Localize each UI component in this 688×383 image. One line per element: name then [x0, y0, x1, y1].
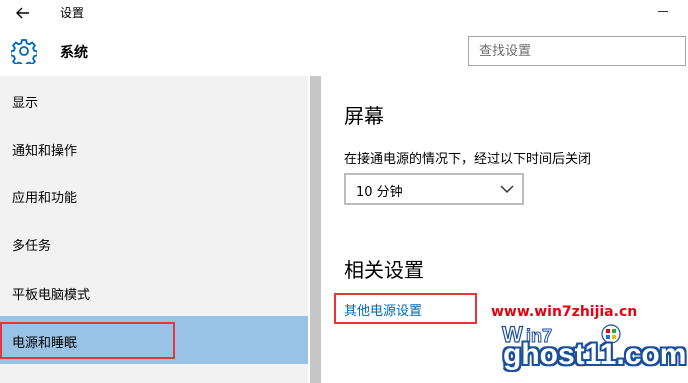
sidebar-item-label: 应用和功能 [12, 191, 78, 206]
sidebar-scrollbar[interactable] [310, 76, 321, 383]
highlight-box-link [334, 293, 477, 324]
highlight-box-sidebar [0, 322, 175, 359]
arrow-left-icon [16, 7, 29, 19]
sidebar-item-label: 显示 [12, 96, 39, 111]
sidebar-item-display[interactable]: 显示 [0, 78, 308, 124]
window-title: 设置 [60, 6, 85, 20]
gear-icon [9, 38, 39, 68]
screen-heading: 屏幕 [344, 104, 384, 128]
chevron-down-icon [500, 185, 514, 193]
watermark-ghost: ghost11.com [503, 338, 687, 371]
watermark-url: www.win7zhijia.cn [491, 304, 638, 320]
title-bar: 设置 [0, 0, 688, 26]
dropdown-value: 10 分钟 [356, 185, 403, 200]
search-box[interactable] [468, 36, 686, 66]
search-input[interactable] [469, 37, 685, 65]
minimize-button[interactable] [648, 0, 688, 22]
back-button[interactable] [10, 2, 36, 24]
screen-timeout-dropdown[interactable]: 10 分钟 [344, 173, 524, 205]
sidebar-item-label: 平板电脑模式 [12, 288, 91, 303]
related-settings-heading: 相关设置 [344, 258, 424, 282]
sidebar-item-apps[interactable]: 应用和功能 [0, 173, 308, 219]
sidebar-item-notifications[interactable]: 通知和操作 [0, 126, 308, 172]
sidebar-item-tablet-mode[interactable]: 平板电脑模式 [0, 270, 308, 316]
sidebar-item-multitasking[interactable]: 多任务 [0, 221, 308, 267]
sidebar-item-label: 多任务 [12, 239, 52, 254]
screen-description: 在接通电源的情况下，经过以下时间后关闭 [344, 152, 592, 167]
sidebar-item-label: 通知和操作 [12, 144, 78, 159]
page-title: 系统 [60, 45, 88, 61]
